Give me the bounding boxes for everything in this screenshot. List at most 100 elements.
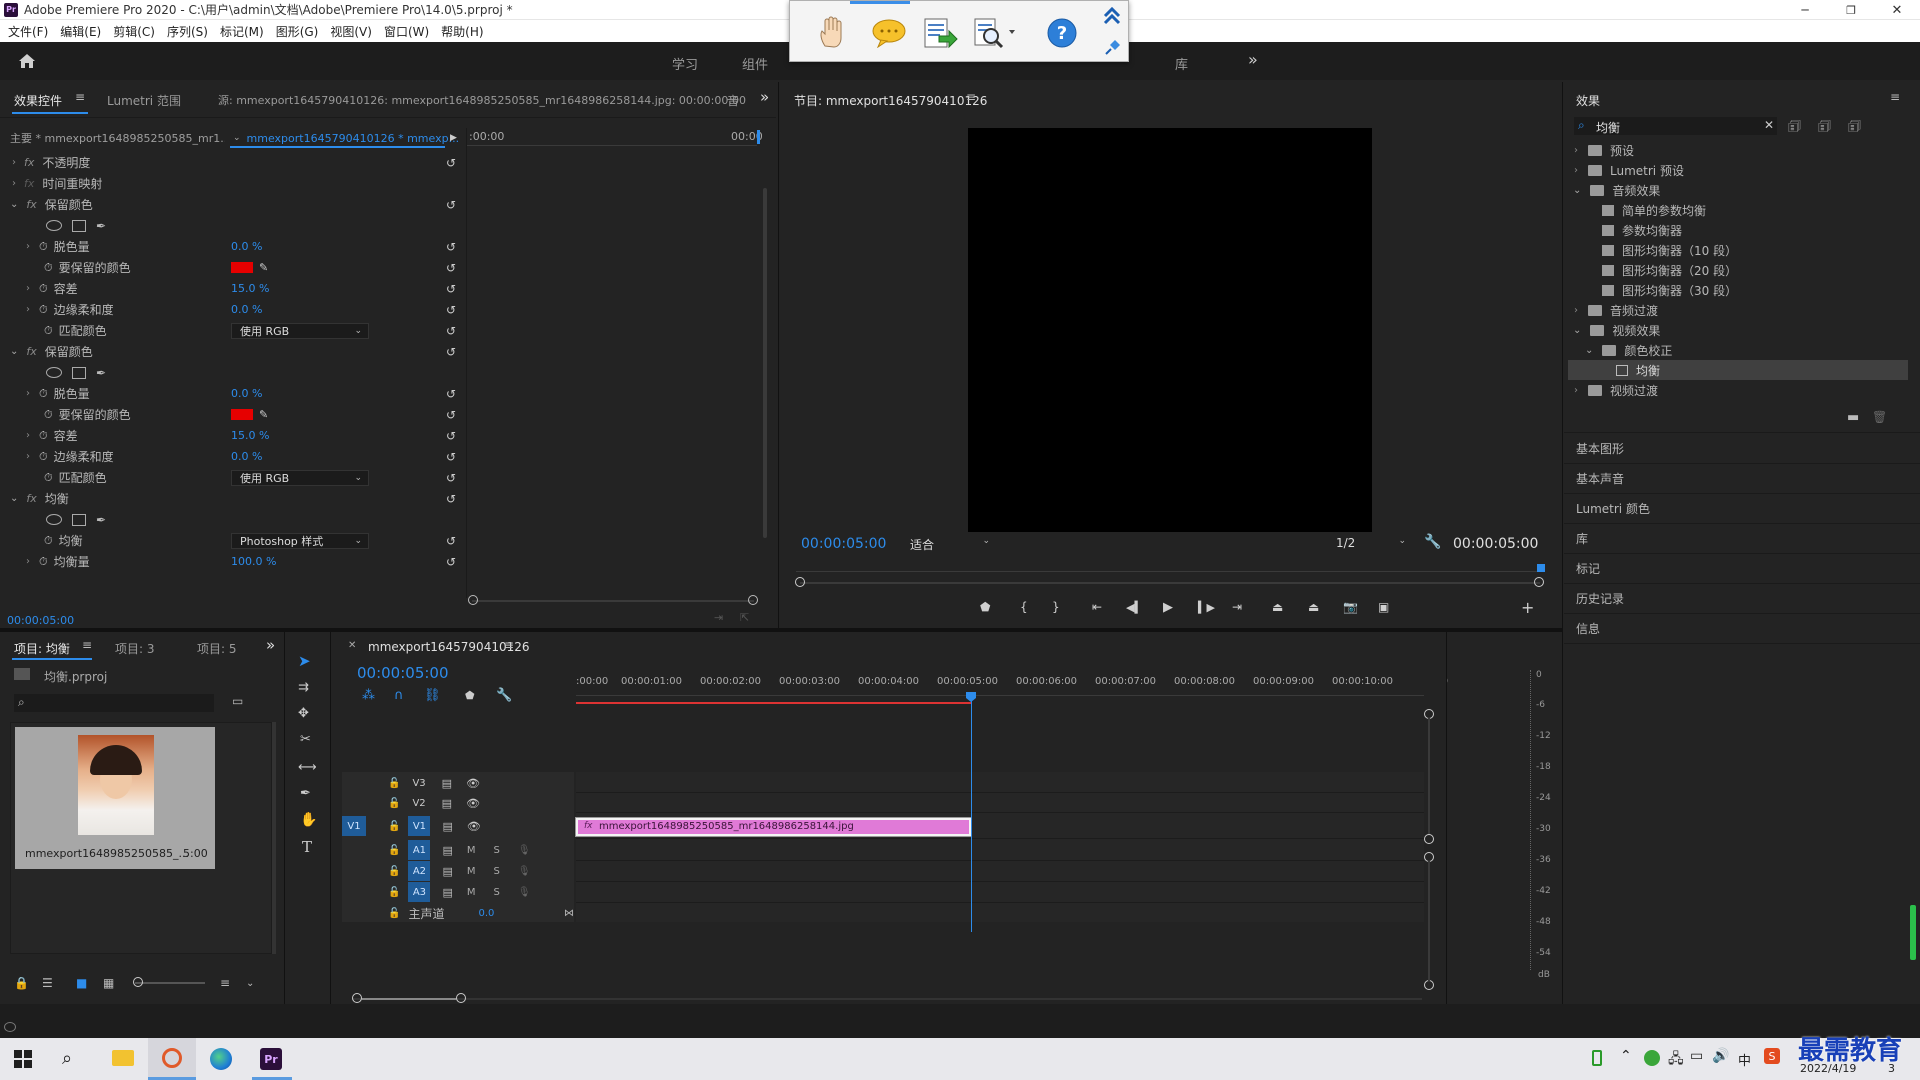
track-label[interactable]: A2 (408, 861, 431, 881)
pen-mask-icon[interactable]: ✒ (96, 219, 106, 233)
chevron-up-icon[interactable]: ⌃ (1620, 1048, 1632, 1064)
chevron-down-icon[interactable]: ⌄ (10, 199, 18, 210)
program-playhead[interactable] (1537, 564, 1545, 572)
play-arrow-icon[interactable]: ▶ (450, 133, 457, 143)
add-marker-icon[interactable]: ⬟ (980, 600, 990, 614)
menu-view[interactable]: 视图(V) (330, 23, 372, 40)
fx-icon[interactable]: fx (24, 156, 34, 169)
pen-mask-icon[interactable]: ✒ (96, 513, 106, 527)
tree-lumetri-presets[interactable]: › Lumetri 预设 (1564, 160, 1920, 180)
eq-amount-row[interactable]: › ⏱ 均衡量 100.0 % ↺ (0, 551, 465, 572)
ec-playhead[interactable] (757, 130, 760, 144)
timeline-clip[interactable]: fx mmexport1648985250585_mr1648986258144… (576, 818, 971, 836)
menu-edit[interactable]: 编辑(E) (60, 23, 101, 40)
eq-amount-value[interactable]: 100.0 % (231, 555, 276, 568)
reset-icon[interactable]: ↺ (446, 471, 456, 485)
eyedropper-icon[interactable]: ✎ (259, 261, 268, 274)
chevron-right-icon[interactable]: › (26, 304, 30, 315)
zoom-handle-left[interactable] (795, 577, 805, 587)
clear-search-icon[interactable]: ✕ (1764, 118, 1774, 132)
reset-icon[interactable]: ↺ (446, 198, 456, 212)
fx-icon[interactable]: fx (26, 198, 36, 211)
tree-equalize-selected[interactable]: 均衡 (1568, 360, 1908, 380)
32bit-effects-icon[interactable]: 🗊 (1818, 116, 1831, 140)
volume-icon[interactable]: 🔊 (1712, 1048, 1729, 1064)
mute-button[interactable]: M (467, 845, 476, 856)
tab-overflow-icon[interactable]: » (266, 636, 275, 654)
fx-icon[interactable]: fx (26, 345, 36, 358)
zoom-handle-left[interactable] (352, 993, 362, 1003)
edge-browser-icon[interactable] (210, 1048, 232, 1070)
lock-icon[interactable]: 🔓 (388, 887, 400, 898)
mark-out-icon[interactable]: } (1052, 600, 1060, 614)
lock-icon[interactable]: 🔓 (388, 798, 400, 809)
hand-tool-icon[interactable]: ✋ (300, 812, 317, 828)
section-info[interactable]: 信息 (1564, 614, 1920, 644)
menu-clip[interactable]: 剪辑(C) (113, 23, 155, 40)
leave-color-1-row[interactable]: ⌄ fx 保留颜色 ↺ (0, 194, 465, 215)
stopwatch-icon[interactable]: ⏱ (39, 282, 48, 296)
export-document-icon[interactable] (920, 15, 960, 51)
ellipse-mask-icon[interactable] (46, 220, 62, 231)
slip-tool-icon[interactable]: ⟷ (298, 760, 317, 775)
network-icon[interactable]: 🖧 (1668, 1048, 1684, 1072)
track-v2[interactable]: 🔓 V2 ▤ 👁 (342, 794, 574, 812)
zoom-handle-right[interactable] (1534, 577, 1544, 587)
amount-1-row[interactable]: › ⏱ 脱色量 0.0 % ↺ (0, 236, 465, 257)
clip-thumbnail[interactable]: mmexport1648985250585_... 5:00 (15, 727, 215, 869)
wrench-icon[interactable]: 🔧 (1424, 534, 1441, 550)
panel-menu-icon[interactable]: ≡ (1890, 90, 1900, 104)
reset-icon[interactable]: ↺ (446, 240, 456, 254)
tab-menu-icon[interactable]: ≡ (82, 638, 92, 652)
menu-graphics[interactable]: 图形(G) (276, 23, 319, 40)
match-2-row[interactable]: ⏱ 匹配颜色 使用 RGB ⌄ ↺ (0, 467, 465, 488)
stopwatch-icon[interactable]: ⏱ (44, 408, 53, 422)
zoom-slider-handle[interactable] (133, 977, 143, 987)
sync-lock-icon[interactable]: ▤ (442, 777, 452, 790)
menu-sequence[interactable]: 序列(S) (167, 23, 208, 40)
lock-icon[interactable]: 🔓 (388, 845, 400, 856)
stopwatch-icon[interactable]: ⏱ (39, 429, 48, 443)
tree-color-correction[interactable]: ⌄ 颜色校正 (1564, 340, 1920, 360)
section-history[interactable]: 历史记录 (1564, 584, 1920, 614)
ec-scrollbar[interactable] (763, 188, 767, 538)
reset-icon[interactable]: ↺ (446, 534, 456, 548)
reset-icon[interactable]: ↺ (446, 408, 456, 422)
chevron-down-icon[interactable]: ⌄ (10, 493, 18, 504)
tolerance-2-value[interactable]: 15.0 % (231, 429, 269, 442)
chevron-down-icon[interactable]: ⌄ (1585, 345, 1593, 356)
sort-icon[interactable]: ≡ (220, 976, 230, 990)
linked-selection-icon[interactable]: ⛓ (424, 688, 441, 703)
restore-icon[interactable]: ❐ (1828, 4, 1874, 17)
program-timecode[interactable]: 00:00:05:00 (801, 536, 886, 552)
stopwatch-icon[interactable]: ⏱ (39, 240, 48, 254)
workspace-assembly[interactable]: 组件 (742, 54, 768, 73)
zoom-handle-right[interactable] (456, 993, 466, 1003)
reset-icon[interactable]: ↺ (446, 303, 456, 317)
stopwatch-icon[interactable]: ⏱ (44, 471, 53, 485)
lock-icon[interactable]: 🔓 (388, 866, 400, 877)
chevron-down-icon[interactable]: ⌄ (10, 346, 18, 357)
sync-lock-icon[interactable]: ▤ (442, 844, 452, 857)
match-2-dropdown[interactable]: 使用 RGB ⌄ (231, 469, 369, 486)
reset-icon[interactable]: ↺ (446, 492, 456, 506)
equalize-row[interactable]: ⌄ fx 均衡 ↺ (0, 488, 465, 509)
color-1-row[interactable]: ⏱ 要保留的颜色 ✎ ↺ (0, 257, 465, 278)
chevron-down-icon[interactable]: ⌄ (246, 978, 254, 989)
reset-icon[interactable]: ↺ (446, 429, 456, 443)
tab-effect-controls[interactable]: 效果控件 (14, 92, 62, 109)
time-remap-row[interactable]: › fx 时间重映射 (0, 173, 465, 194)
rectangle-mask-icon[interactable] (72, 513, 86, 526)
tree-graphic-eq-20[interactable]: 图形均衡器（20 段） (1564, 260, 1920, 280)
camera-icon[interactable]: 📷 (1343, 600, 1358, 614)
reset-icon[interactable]: ↺ (446, 261, 456, 275)
track-v3[interactable]: 🔓 V3 ▤ 👁 (342, 774, 574, 792)
close-tab-icon[interactable]: ✕ (348, 640, 356, 651)
match-1-dropdown[interactable]: 使用 RGB ⌄ (231, 322, 369, 339)
fx-icon[interactable]: fx (26, 492, 36, 505)
ellipse-mask-icon[interactable] (46, 367, 62, 378)
fit-dropdown[interactable]: 适合 ⌄ (910, 536, 990, 553)
track-label[interactable]: V3 (412, 778, 425, 789)
rectangle-mask-icon[interactable] (72, 366, 86, 379)
project-search-field[interactable]: ⌕ (14, 694, 214, 712)
